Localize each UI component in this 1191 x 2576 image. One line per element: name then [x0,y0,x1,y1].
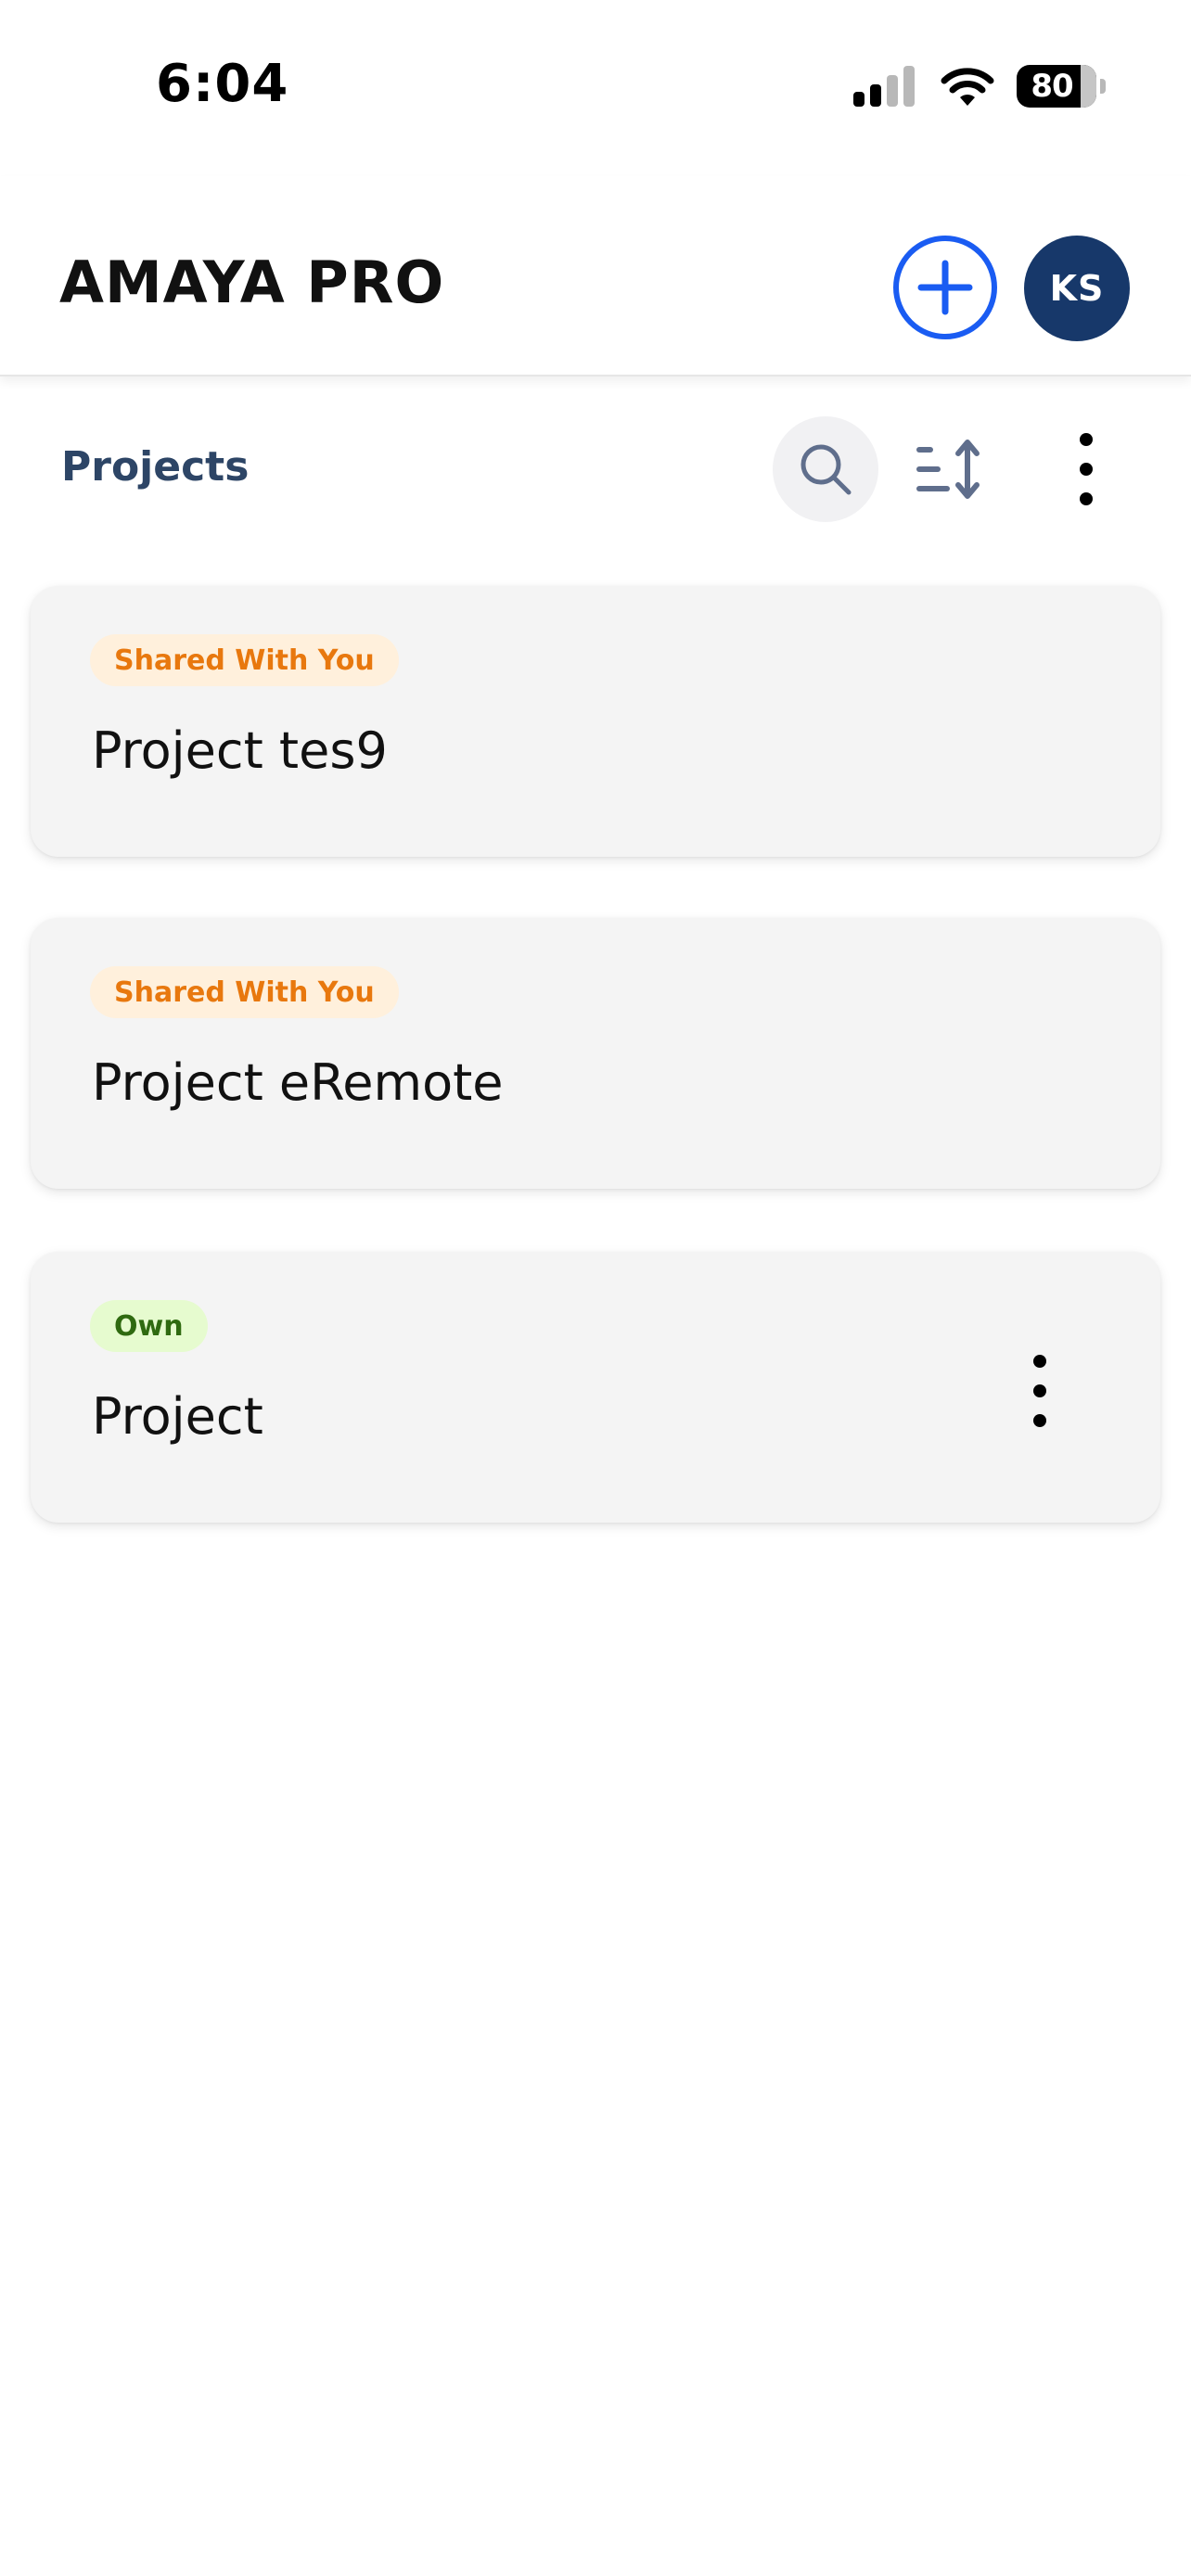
sort-icon [916,440,980,499]
user-avatar-button[interactable]: KS [1024,236,1130,341]
shared-badge: Shared With You [90,634,399,686]
project-name: Project eRemote [92,1053,504,1112]
project-card[interactable]: Own Project [31,1252,1160,1523]
project-name: Project [92,1387,263,1446]
cellular-signal-icon [853,66,915,107]
shared-badge: Shared With You [90,966,399,1018]
search-icon [800,444,852,495]
wifi-icon [941,68,994,106]
screen: 6:04 80 AMAYA PRO KS Projects Shared Wit… [0,0,1191,2576]
battery-empty-segment [1081,65,1096,108]
app-header: AMAYA PRO KS [0,176,1191,376]
status-time: 6:04 [156,54,289,114]
plus-icon [917,260,973,315]
more-options-button[interactable] [1033,416,1139,522]
search-button[interactable] [773,416,878,522]
project-card[interactable]: Shared With You Project eRemote [31,918,1160,1189]
more-vertical-icon [1033,1355,1046,1427]
own-badge: Own [90,1300,208,1352]
battery-level: 80 [1031,68,1073,105]
more-vertical-icon [1080,433,1093,505]
project-name: Project tes9 [92,721,388,780]
status-bar: 6:04 80 [0,0,1191,176]
battery-icon: 80 [1017,65,1106,108]
status-icons: 80 [852,63,1106,109]
project-menu-button[interactable] [993,1345,1086,1437]
project-card[interactable]: Shared With You Project tes9 [31,586,1160,857]
sort-button[interactable] [898,416,1004,522]
battery-tail [1100,79,1106,94]
page-title: Projects [61,443,250,491]
brand-logo: AMAYA PRO [59,249,445,316]
add-project-button[interactable] [893,236,997,339]
